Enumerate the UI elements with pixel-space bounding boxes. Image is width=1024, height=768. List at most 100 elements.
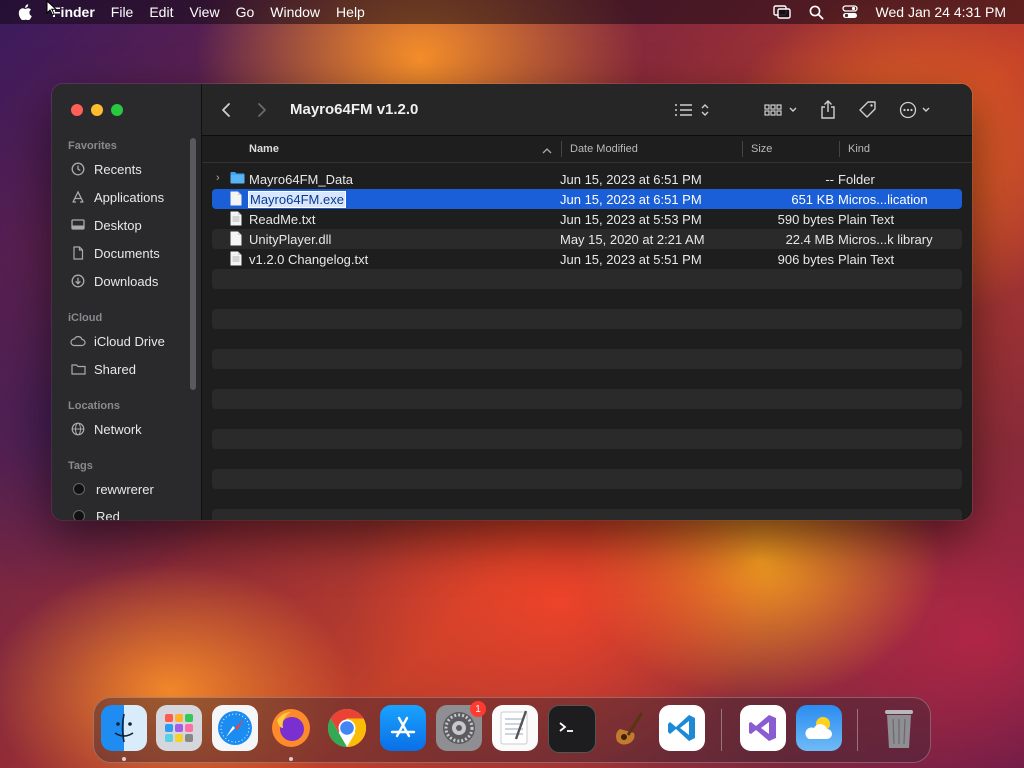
menu-edit[interactable]: Edit	[149, 4, 173, 20]
column-date-modified[interactable]: Date Modified	[570, 143, 638, 155]
sidebar-item-applications[interactable]: Applications	[70, 186, 164, 208]
file-kind: Folder	[838, 172, 875, 187]
dock-launchpad-icon[interactable]	[156, 705, 202, 751]
download-icon	[70, 273, 86, 289]
dock-terminal-icon[interactable]	[548, 705, 596, 753]
tag-dot-icon	[73, 483, 85, 495]
file-size: 22.4 MB	[785, 232, 834, 247]
empty-row	[212, 429, 962, 449]
file-browser: Mayro64FM v1.2.0 Name Date Modified Size…	[202, 84, 972, 520]
file-size: 590 bytes	[777, 212, 834, 227]
globe-icon	[70, 421, 86, 437]
forward-button[interactable]	[256, 99, 268, 121]
sidebar-item-documents[interactable]: Documents	[70, 242, 160, 264]
file-date: May 15, 2020 at 2:21 AM	[560, 232, 705, 247]
sidebar-scrollbar[interactable]	[190, 138, 196, 390]
dock-garageband-icon[interactable]	[604, 705, 650, 751]
zoom-window-button[interactable]	[111, 104, 123, 116]
close-window-button[interactable]	[71, 104, 83, 116]
dock: 1	[93, 697, 931, 763]
file-row[interactable]: ReadMe.txt Jun 15, 2023 at 5:53 PM 590 b…	[212, 209, 962, 229]
apple-menu-icon[interactable]	[18, 4, 38, 20]
file-row[interactable]: UnityPlayer.dll May 15, 2020 at 2:21 AM …	[212, 229, 962, 249]
sidebar-item-desktop[interactable]: Desktop	[70, 214, 142, 236]
desktop-icon	[70, 217, 86, 233]
sidebar: Favorites Recents Applications Desktop D…	[52, 84, 202, 520]
column-kind[interactable]: Kind	[848, 143, 870, 155]
file-row[interactable]: v1.2.0 Changelog.txt Jun 15, 2023 at 5:5…	[212, 249, 962, 269]
dock-firefox-icon[interactable]	[268, 705, 314, 751]
sidebar-item-tag-red[interactable]: Red	[70, 505, 120, 520]
menu-view[interactable]: View	[189, 4, 219, 20]
empty-row	[212, 509, 962, 520]
sidebar-item-icloud-drive[interactable]: iCloud Drive	[70, 330, 165, 352]
list-view-button[interactable]	[674, 99, 710, 121]
document-icon	[70, 245, 86, 261]
dock-chrome-icon[interactable]	[324, 705, 370, 751]
empty-row	[212, 369, 962, 389]
column-name[interactable]: Name	[249, 143, 279, 155]
file-name: ReadMe.txt	[249, 212, 316, 227]
control-center-icon[interactable]	[841, 5, 858, 19]
empty-row	[212, 489, 962, 509]
file-kind: Plain Text	[838, 252, 895, 267]
spotlight-search-icon[interactable]	[809, 5, 824, 20]
column-divider[interactable]	[742, 141, 743, 157]
dock-app-store-icon[interactable]	[380, 705, 426, 751]
file-name-rename-field[interactable]: Mayro64FM.exe	[248, 191, 346, 208]
empty-row	[212, 389, 962, 409]
file-name: v1.2.0 Changelog.txt	[249, 252, 369, 267]
column-size[interactable]: Size	[751, 143, 772, 155]
dock-trash-icon[interactable]	[876, 705, 922, 751]
window-controls	[71, 104, 123, 116]
menu-window[interactable]: Window	[270, 4, 320, 20]
dock-system-settings-icon[interactable]: 1	[436, 701, 486, 751]
disclosure-triangle-icon[interactable]: ›	[216, 172, 220, 184]
sidebar-item-tag-rewwrerer[interactable]: rewwrerer	[70, 478, 154, 500]
dock-textedit-icon[interactable]	[492, 705, 538, 751]
dock-finder-icon[interactable]	[101, 705, 147, 751]
tag-dot-icon	[73, 510, 85, 520]
column-divider[interactable]	[839, 141, 840, 157]
mouse-cursor-icon	[46, 0, 58, 21]
screen-mirroring-icon[interactable]	[772, 5, 791, 19]
dock-vscode-icon[interactable]	[659, 705, 705, 751]
dock-weather-icon[interactable]	[796, 705, 842, 751]
file-list: › Mayro64FM_Data Jun 15, 2023 at 6:51 PM…	[212, 169, 962, 520]
menu-app-name[interactable]: Finder	[52, 4, 95, 20]
back-button[interactable]	[220, 99, 232, 121]
group-view-button[interactable]	[764, 99, 800, 121]
sidebar-item-label: Desktop	[94, 217, 142, 233]
empty-row	[212, 469, 962, 489]
column-divider[interactable]	[561, 141, 562, 157]
toolbar: Mayro64FM v1.2.0	[202, 84, 972, 136]
file-row-selected[interactable]: Mayro64FM.exe Jun 15, 2023 at 6:51 PM 65…	[212, 189, 962, 209]
menu-go[interactable]: Go	[236, 4, 255, 20]
share-icon[interactable]	[820, 99, 836, 121]
file-row-folder[interactable]: › Mayro64FM_Data Jun 15, 2023 at 6:51 PM…	[212, 169, 962, 189]
dock-visual-studio-icon[interactable]	[740, 705, 786, 751]
more-actions-icon[interactable]	[899, 99, 935, 121]
file-icon	[230, 191, 242, 209]
menu-file[interactable]: File	[111, 4, 134, 20]
sidebar-item-shared[interactable]: Shared	[70, 358, 136, 380]
sort-ascending-icon[interactable]	[542, 145, 552, 157]
cloud-icon	[70, 333, 86, 349]
sidebar-item-recents[interactable]: Recents	[70, 158, 142, 180]
file-size: 651 KB	[791, 192, 834, 207]
sidebar-item-label: Downloads	[94, 273, 159, 289]
menu-bar: Finder File Edit View Go Window Help Wed…	[0, 0, 1024, 24]
minimize-window-button[interactable]	[91, 104, 103, 116]
text-file-icon	[230, 251, 242, 269]
menu-clock[interactable]: Wed Jan 24 4:31 PM	[876, 4, 1006, 20]
empty-row	[212, 309, 962, 329]
empty-row	[212, 269, 962, 289]
file-name: UnityPlayer.dll	[249, 232, 332, 247]
file-date: Jun 15, 2023 at 6:51 PM	[560, 172, 702, 187]
sidebar-item-downloads[interactable]: Downloads	[70, 270, 158, 292]
menu-help[interactable]: Help	[336, 4, 365, 20]
tag-icon[interactable]	[858, 99, 878, 121]
dock-safari-icon[interactable]	[212, 705, 258, 751]
sidebar-item-network[interactable]: Network	[70, 418, 142, 440]
file-name[interactable]: Mayro64FM.exe	[248, 191, 346, 208]
